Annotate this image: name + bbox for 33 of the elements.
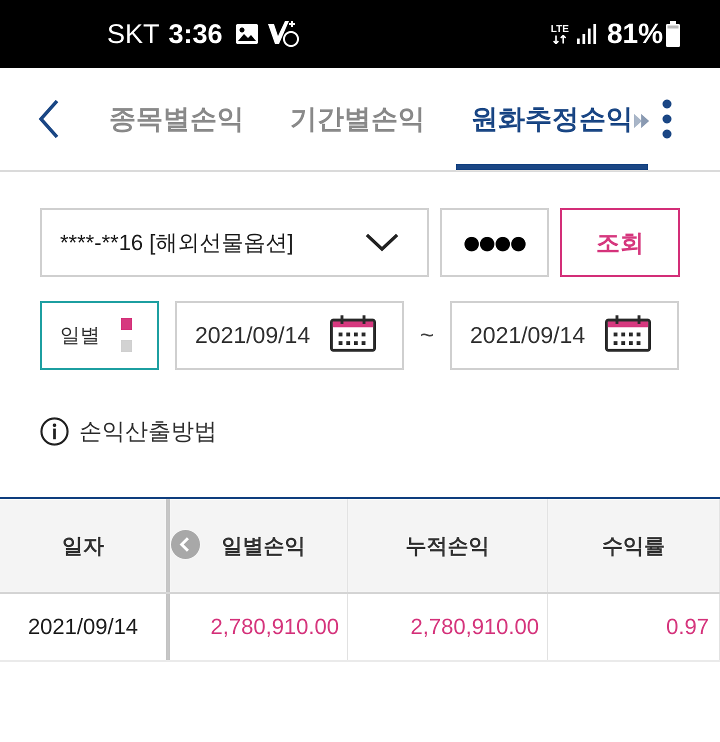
chevron-down-icon bbox=[365, 233, 399, 252]
password-field[interactable]: ●●●● bbox=[440, 208, 549, 277]
table-cell: 2,780,910.00 bbox=[170, 594, 348, 660]
search-button[interactable]: 조회 bbox=[560, 208, 680, 277]
info-icon[interactable] bbox=[40, 416, 69, 446]
range-separator: ~ bbox=[418, 322, 435, 350]
signal-icon bbox=[576, 24, 597, 44]
column-header: 일자 bbox=[0, 499, 170, 592]
table-cell: 0.97 bbox=[548, 594, 720, 660]
period-select[interactable]: 일별 bbox=[40, 301, 159, 370]
image-icon bbox=[234, 23, 259, 45]
calendar-icon[interactable] bbox=[330, 315, 376, 352]
more-menu-icon[interactable] bbox=[662, 99, 672, 139]
data-arrows-icon bbox=[552, 35, 568, 44]
table-cell: 2,780,910.00 bbox=[348, 594, 548, 660]
battery-text: 81% bbox=[606, 18, 663, 50]
battery-icon bbox=[666, 21, 680, 47]
calculation-method-link[interactable]: 손익산출방법 bbox=[79, 416, 217, 446]
start-date-field[interactable]: 2021/09/14 bbox=[175, 301, 404, 370]
carrier-text: SKT bbox=[107, 18, 160, 50]
tab[interactable]: 원화추정손익 bbox=[456, 68, 648, 170]
column-header: 누적손익 bbox=[348, 499, 548, 592]
calendar-icon[interactable] bbox=[605, 315, 651, 352]
double-arrow-icon[interactable] bbox=[634, 112, 650, 130]
chevron-left-icon bbox=[38, 99, 60, 139]
network-text: LTE bbox=[550, 24, 569, 35]
v-mark-icon bbox=[266, 20, 299, 48]
account-select[interactable]: ****-**16 [해외선물옵션] bbox=[40, 208, 429, 277]
end-date-field[interactable]: 2021/09/14 bbox=[450, 301, 679, 370]
option-indicator-icon bbox=[121, 318, 132, 353]
column-header: 수익률 bbox=[548, 499, 720, 592]
table-cell: 2021/09/14 bbox=[0, 594, 170, 660]
clock-text: 3:36 bbox=[168, 18, 223, 50]
